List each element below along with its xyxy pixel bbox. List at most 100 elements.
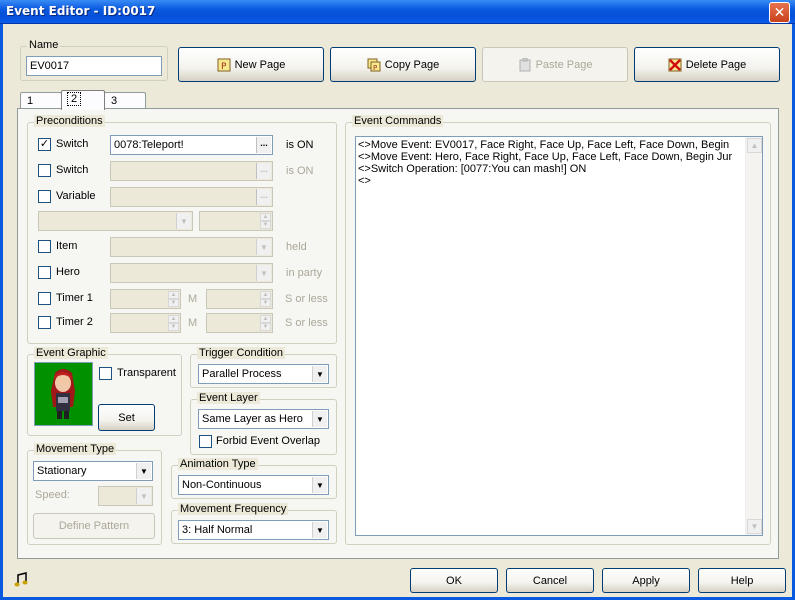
timer1-label: Timer 1 (56, 292, 93, 304)
command-line[interactable]: <> (358, 175, 371, 187)
chevron-down-icon: ▼ (256, 265, 271, 281)
item-label: Item (56, 240, 78, 252)
variable-input[interactable]: ... (110, 187, 273, 207)
paste-page-button[interactable]: Paste Page (482, 47, 628, 82)
spinner-arrows-icon: ▲ ▼ (168, 291, 179, 307)
timer2-m-label: M (188, 317, 198, 329)
switch2-browse-button[interactable]: ... (256, 163, 271, 179)
event-layer-select[interactable]: Same Layer as Hero ▼ (198, 409, 329, 429)
copy-page-label: Copy Page (384, 58, 440, 71)
switch2-input[interactable]: ... (110, 161, 273, 181)
hero-checkbox[interactable] (38, 266, 51, 279)
event-graphic-label: Event Graphic (34, 347, 108, 359)
switch1-value: 0078:Teleport! (114, 139, 184, 151)
tab-label: 3 (111, 95, 118, 107)
event-graphic-preview[interactable] (34, 362, 93, 426)
timer1-seconds-spinner[interactable]: ▲ ▼ (206, 289, 273, 309)
variable-label: Variable (56, 190, 96, 202)
chevron-down-icon: ▼ (312, 366, 327, 382)
command-line[interactable]: <>Move Event: EV0017, Face Right, Face U… (358, 139, 729, 151)
movement-frequency-select[interactable]: 3: Half Normal ▼ (178, 520, 329, 540)
item-select[interactable]: ▼ (110, 237, 273, 257)
svg-text:P: P (373, 64, 377, 72)
chevron-down-icon: ▼ (312, 522, 327, 538)
paste-page-icon (518, 57, 532, 72)
speed-label: Speed: (35, 489, 70, 501)
chevron-down-icon: ▼ (176, 213, 191, 229)
movement-type-value: Stationary (37, 465, 87, 477)
switch1-browse-button[interactable]: ... (256, 137, 271, 153)
delete-page-button[interactable]: Delete Page (634, 47, 780, 82)
movement-frequency-value: 3: Half Normal (182, 524, 253, 536)
event-layer-value: Same Layer as Hero (202, 413, 303, 425)
chevron-down-icon: ▼ (256, 239, 271, 255)
apply-button[interactable]: Apply (602, 568, 690, 593)
switch1-label: Switch (56, 138, 89, 150)
paste-page-label: Paste Page (535, 58, 593, 71)
animation-type-select[interactable]: Non-Continuous ▼ (178, 475, 329, 495)
spinner-arrows-icon: ▲ ▼ (260, 291, 271, 307)
title-bar[interactable]: Event Editor - ID:0017 ✕ (0, 0, 795, 24)
window-title: Event Editor - ID:0017 (6, 4, 156, 18)
speed-select[interactable]: ▼ (98, 486, 153, 506)
character-sprite-icon (51, 369, 75, 419)
hero-select[interactable]: ▼ (110, 263, 273, 283)
chevron-down-icon: ▼ (312, 411, 327, 427)
event-commands-list[interactable]: <>Move Event: EV0017, Face Right, Face U… (355, 136, 763, 536)
hero-label: Hero (56, 266, 80, 278)
tab-page-2[interactable]: 2 (61, 90, 105, 110)
define-pattern-button[interactable]: Define Pattern (33, 513, 155, 539)
movement-type-label: Movement Type (34, 443, 117, 455)
switch2-checkbox[interactable] (38, 164, 51, 177)
close-button[interactable]: ✕ (769, 2, 790, 23)
spinner-arrows-icon: ▲ ▼ (260, 315, 271, 331)
set-graphic-button[interactable]: Set (98, 404, 155, 431)
cancel-button[interactable]: Cancel (506, 568, 594, 593)
scroll-down-icon[interactable]: ▼ (747, 519, 762, 534)
forbid-overlap-checkbox[interactable] (199, 435, 212, 448)
timer2-label: Timer 2 (56, 316, 93, 328)
variable-value-spinner[interactable]: ▲ ▼ (199, 211, 273, 231)
switch1-input[interactable]: 0078:Teleport! ... (110, 135, 273, 155)
switch1-checkbox[interactable]: ✓ (38, 138, 51, 151)
chevron-down-icon: ▼ (136, 488, 151, 504)
music-note-icon[interactable] (14, 572, 30, 591)
svg-text:P: P (221, 62, 227, 72)
variable-checkbox[interactable] (38, 190, 51, 203)
timer1-checkbox[interactable] (38, 292, 51, 305)
movement-type-select[interactable]: Stationary ▼ (33, 461, 153, 481)
chevron-down-icon: ▼ (136, 463, 151, 479)
switch2-suffix: is ON (286, 165, 314, 177)
timer2-seconds-spinner[interactable]: ▲ ▼ (206, 313, 273, 333)
new-page-button[interactable]: P New Page (178, 47, 324, 82)
name-input[interactable]: EV0017 (26, 56, 162, 76)
tab-label: 1 (27, 95, 34, 107)
timer1-m-label: M (188, 293, 198, 305)
vertical-scrollbar[interactable]: ▲ ▼ (745, 137, 762, 535)
hero-suffix: in party (286, 267, 323, 279)
command-line[interactable]: <>Switch Operation: [0077:You can mash!]… (358, 163, 586, 175)
timer2-minutes-spinner[interactable]: ▲ ▼ (110, 313, 181, 333)
timer1-minutes-spinner[interactable]: ▲ ▼ (110, 289, 181, 309)
trigger-condition-select[interactable]: Parallel Process ▼ (198, 364, 329, 384)
preconditions-label: Preconditions (34, 115, 105, 127)
variable-operator-select[interactable]: ▼ (38, 211, 193, 231)
copy-page-button[interactable]: P Copy Page (330, 47, 476, 82)
timer1-suffix: S or less (285, 293, 328, 305)
chevron-down-icon: ▼ (312, 477, 327, 493)
page-p-icon: P (217, 58, 231, 72)
command-line[interactable]: <>Move Event: Hero, Face Right, Face Up,… (358, 151, 732, 163)
name-label: Name (27, 39, 61, 51)
item-checkbox[interactable] (38, 240, 51, 253)
event-commands-label: Event Commands (352, 115, 444, 127)
variable-browse-button[interactable]: ... (256, 189, 271, 205)
transparent-label: Transparent (117, 367, 176, 379)
scroll-up-icon[interactable]: ▲ (747, 138, 762, 153)
spinner-arrows-icon: ▲ ▼ (168, 315, 179, 331)
timer2-checkbox[interactable] (38, 316, 51, 329)
transparent-checkbox[interactable] (99, 367, 112, 380)
help-button[interactable]: Help (698, 568, 786, 593)
spinner-arrows-icon: ▲ ▼ (260, 213, 271, 229)
ok-button[interactable]: OK (410, 568, 498, 593)
animation-type-value: Non-Continuous (182, 479, 262, 491)
